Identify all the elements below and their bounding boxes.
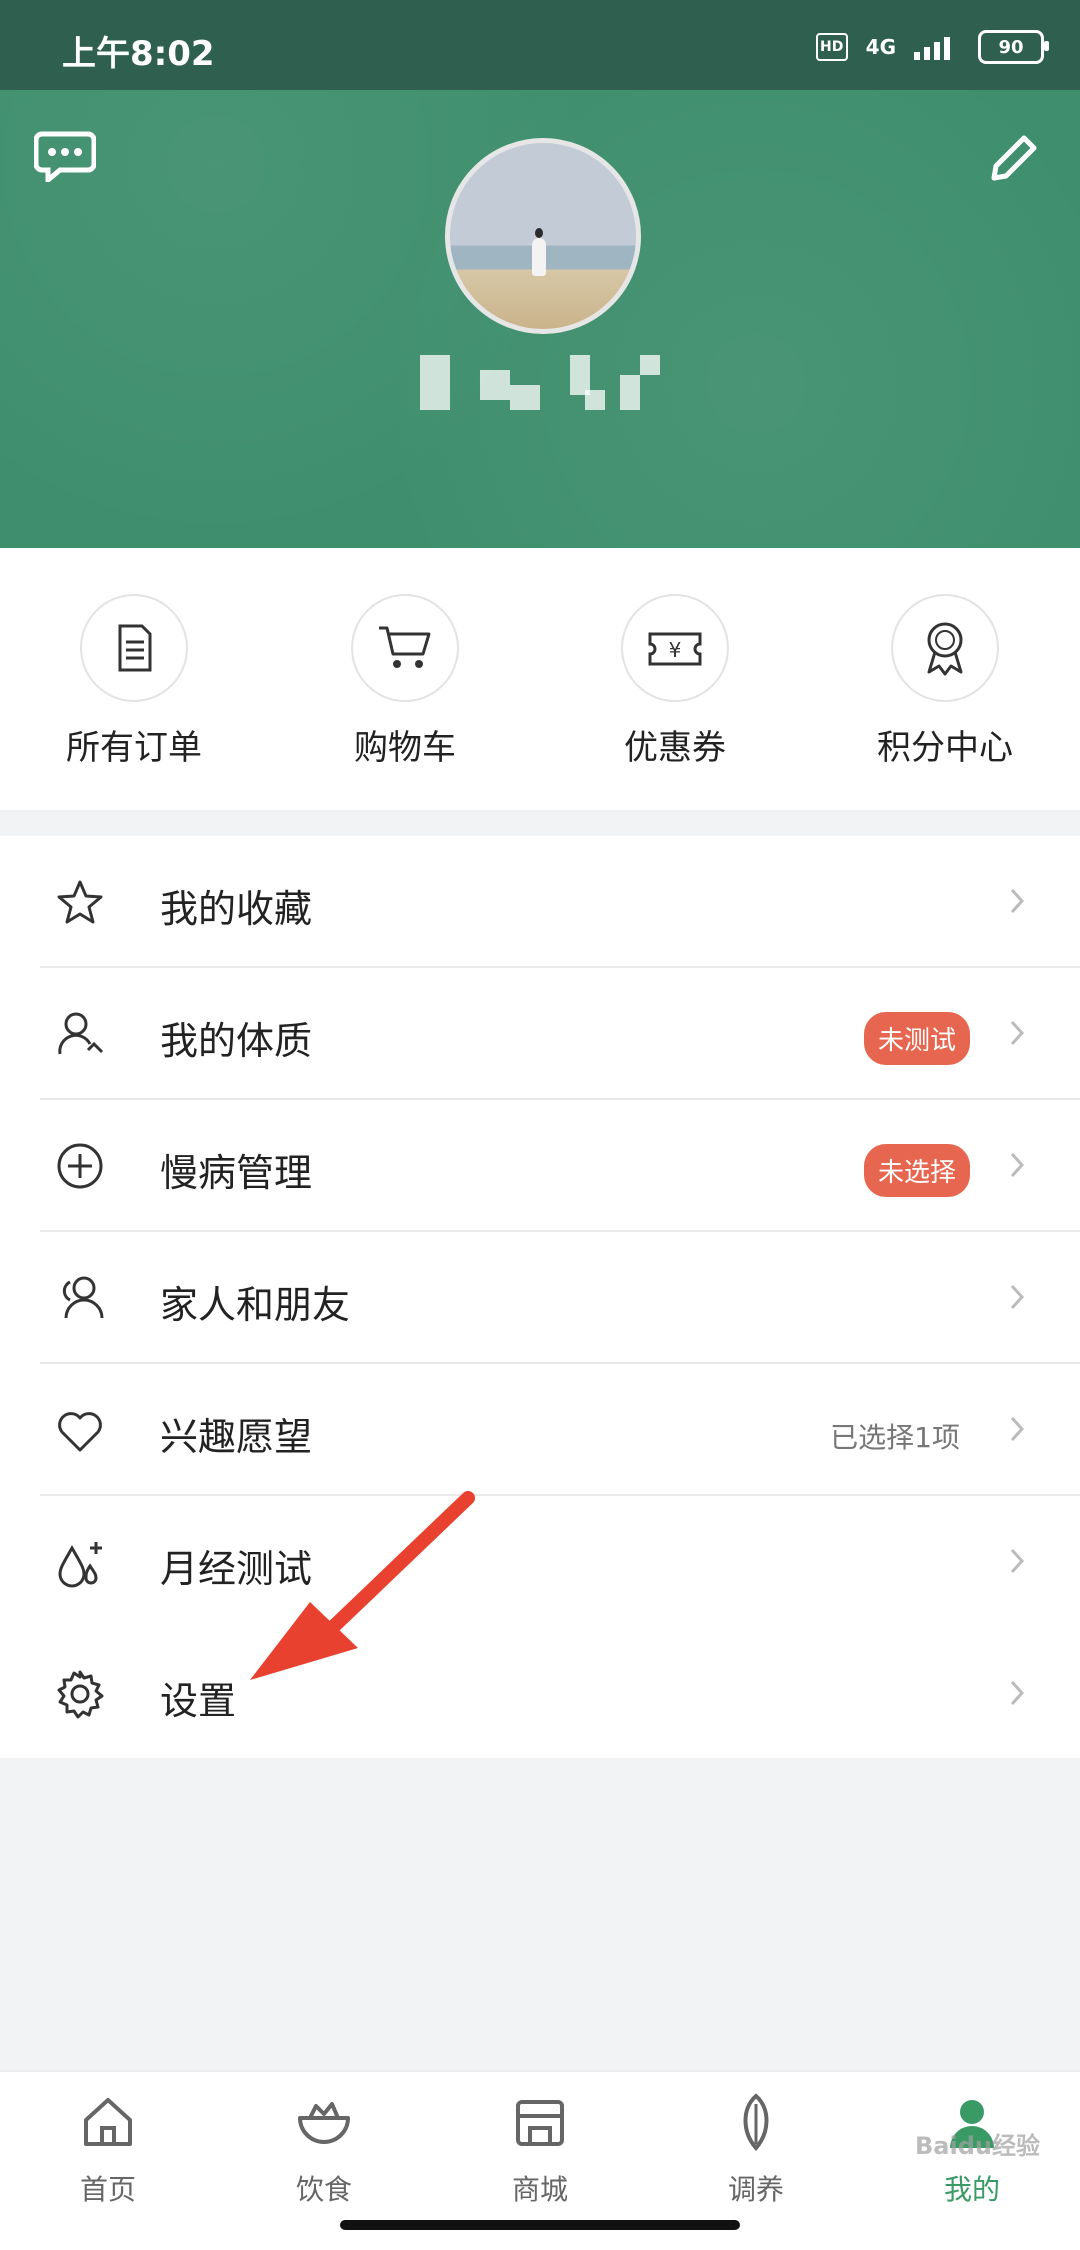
chevron-right-icon [1010, 1548, 1025, 1574]
chevron-right-icon [1010, 888, 1025, 914]
bowl-icon [298, 2102, 350, 2144]
coupon-icon: ¥ [648, 632, 702, 666]
tab-care[interactable]: 调养 [676, 2090, 836, 2208]
quick-circle [891, 594, 999, 702]
plus-circle-icon [57, 1143, 103, 1189]
tab-label: 调养 [727, 2173, 784, 2206]
chevron-right-icon [1010, 1020, 1025, 1046]
chevron-right-icon [1010, 1284, 1025, 1310]
network-indicator: 4G [865, 35, 896, 59]
quick-all-orders[interactable]: 所有订单 [34, 594, 234, 769]
quick-circle [351, 594, 459, 702]
quick-label: 所有订单 [66, 728, 202, 768]
leaf-icon [743, 2093, 769, 2152]
chevron-right-icon [1010, 1680, 1025, 1706]
person-check-icon [58, 1012, 104, 1055]
menu-item-menstrual[interactable]: 月经测试 [0, 1496, 1080, 1628]
menu-item-family[interactable]: 家人和朋友 [0, 1232, 1080, 1364]
menu-item-favorites[interactable]: 我的收藏 [0, 836, 1080, 968]
chat-bubble-icon[interactable] [34, 130, 96, 182]
quick-label: 购物车 [354, 728, 456, 768]
svg-text:¥: ¥ [669, 638, 682, 662]
home-icon [84, 2098, 132, 2146]
quick-coupon[interactable]: ¥ 优惠券 [575, 594, 775, 769]
tab-home[interactable]: 首页 [28, 2090, 188, 2208]
quick-circle [80, 594, 188, 702]
status-time: 上午8:02 [62, 34, 215, 74]
quick-points[interactable]: 积分中心 [845, 594, 1045, 769]
watermark: Baidu经验 [915, 2132, 1040, 2160]
menu-item-constitution[interactable]: 我的体质 未测试 [0, 968, 1080, 1100]
chevron-right-icon [1010, 1416, 1025, 1442]
store-icon [516, 2100, 564, 2146]
menu-label: 我的收藏 [160, 887, 313, 931]
status-icons: HD 4G 90 [815, 30, 1049, 64]
menu-item-interests[interactable]: 兴趣愿望 已选择1项 [0, 1364, 1080, 1496]
cart-icon [379, 626, 431, 668]
pencil-icon[interactable] [984, 128, 1044, 188]
menu-label: 月经测试 [160, 1547, 313, 1591]
menu-label: 设置 [160, 1679, 237, 1723]
menu-item-chronic[interactable]: 慢病管理 未选择 [0, 1100, 1080, 1232]
username-mosaic [410, 335, 670, 425]
star-icon [57, 880, 103, 924]
menu-label: 家人和朋友 [160, 1283, 351, 1327]
gear-icon [57, 1670, 104, 1719]
hd-indicator: HD [815, 33, 848, 61]
menu-list: 我的收藏 我的体质 未测试 慢病管理 未选择 家人和朋友 兴趣愿望 已选择1项 … [0, 836, 1080, 1758]
quick-label: 积分中心 [877, 728, 1013, 768]
menu-label: 我的体质 [160, 1019, 313, 1063]
chevron-right-icon [1010, 1152, 1025, 1178]
avatar-figure [532, 228, 546, 276]
drop-plus-icon [58, 1542, 102, 1588]
friends-icon [62, 1276, 104, 1319]
menu-meta: 已选择1项 [830, 1421, 960, 1454]
quick-circle: ¥ [621, 594, 729, 702]
signal-icon [914, 37, 950, 60]
quick-actions: 所有订单 购物车 ¥ 优惠券 积分中心 [0, 548, 1080, 810]
tab-diet[interactable]: 饮食 [244, 2090, 404, 2208]
tab-label: 饮食 [295, 2173, 352, 2206]
menu-label: 慢病管理 [160, 1151, 313, 1195]
quick-label: 优惠券 [624, 728, 726, 768]
quick-cart[interactable]: 购物车 [305, 594, 505, 769]
document-icon [118, 624, 152, 672]
status-badge: 未选择 [863, 1144, 970, 1197]
status-badge: 未测试 [863, 1012, 970, 1065]
tab-label: 首页 [79, 2173, 136, 2206]
menu-label: 兴趣愿望 [160, 1415, 313, 1459]
medal-icon [927, 622, 963, 676]
heart-icon [58, 1412, 102, 1452]
avatar[interactable] [445, 138, 641, 334]
home-indicator[interactable] [340, 2220, 740, 2230]
tab-label: 商城 [511, 2173, 568, 2206]
tab-label: 我的 [943, 2173, 1000, 2206]
menu-item-settings[interactable]: 设置 [0, 1628, 1080, 1760]
status-bar: 上午8:02 HD 4G 90 [0, 0, 1080, 90]
battery-indicator: 90 [978, 30, 1049, 64]
tab-mall[interactable]: 商城 [460, 2090, 620, 2208]
